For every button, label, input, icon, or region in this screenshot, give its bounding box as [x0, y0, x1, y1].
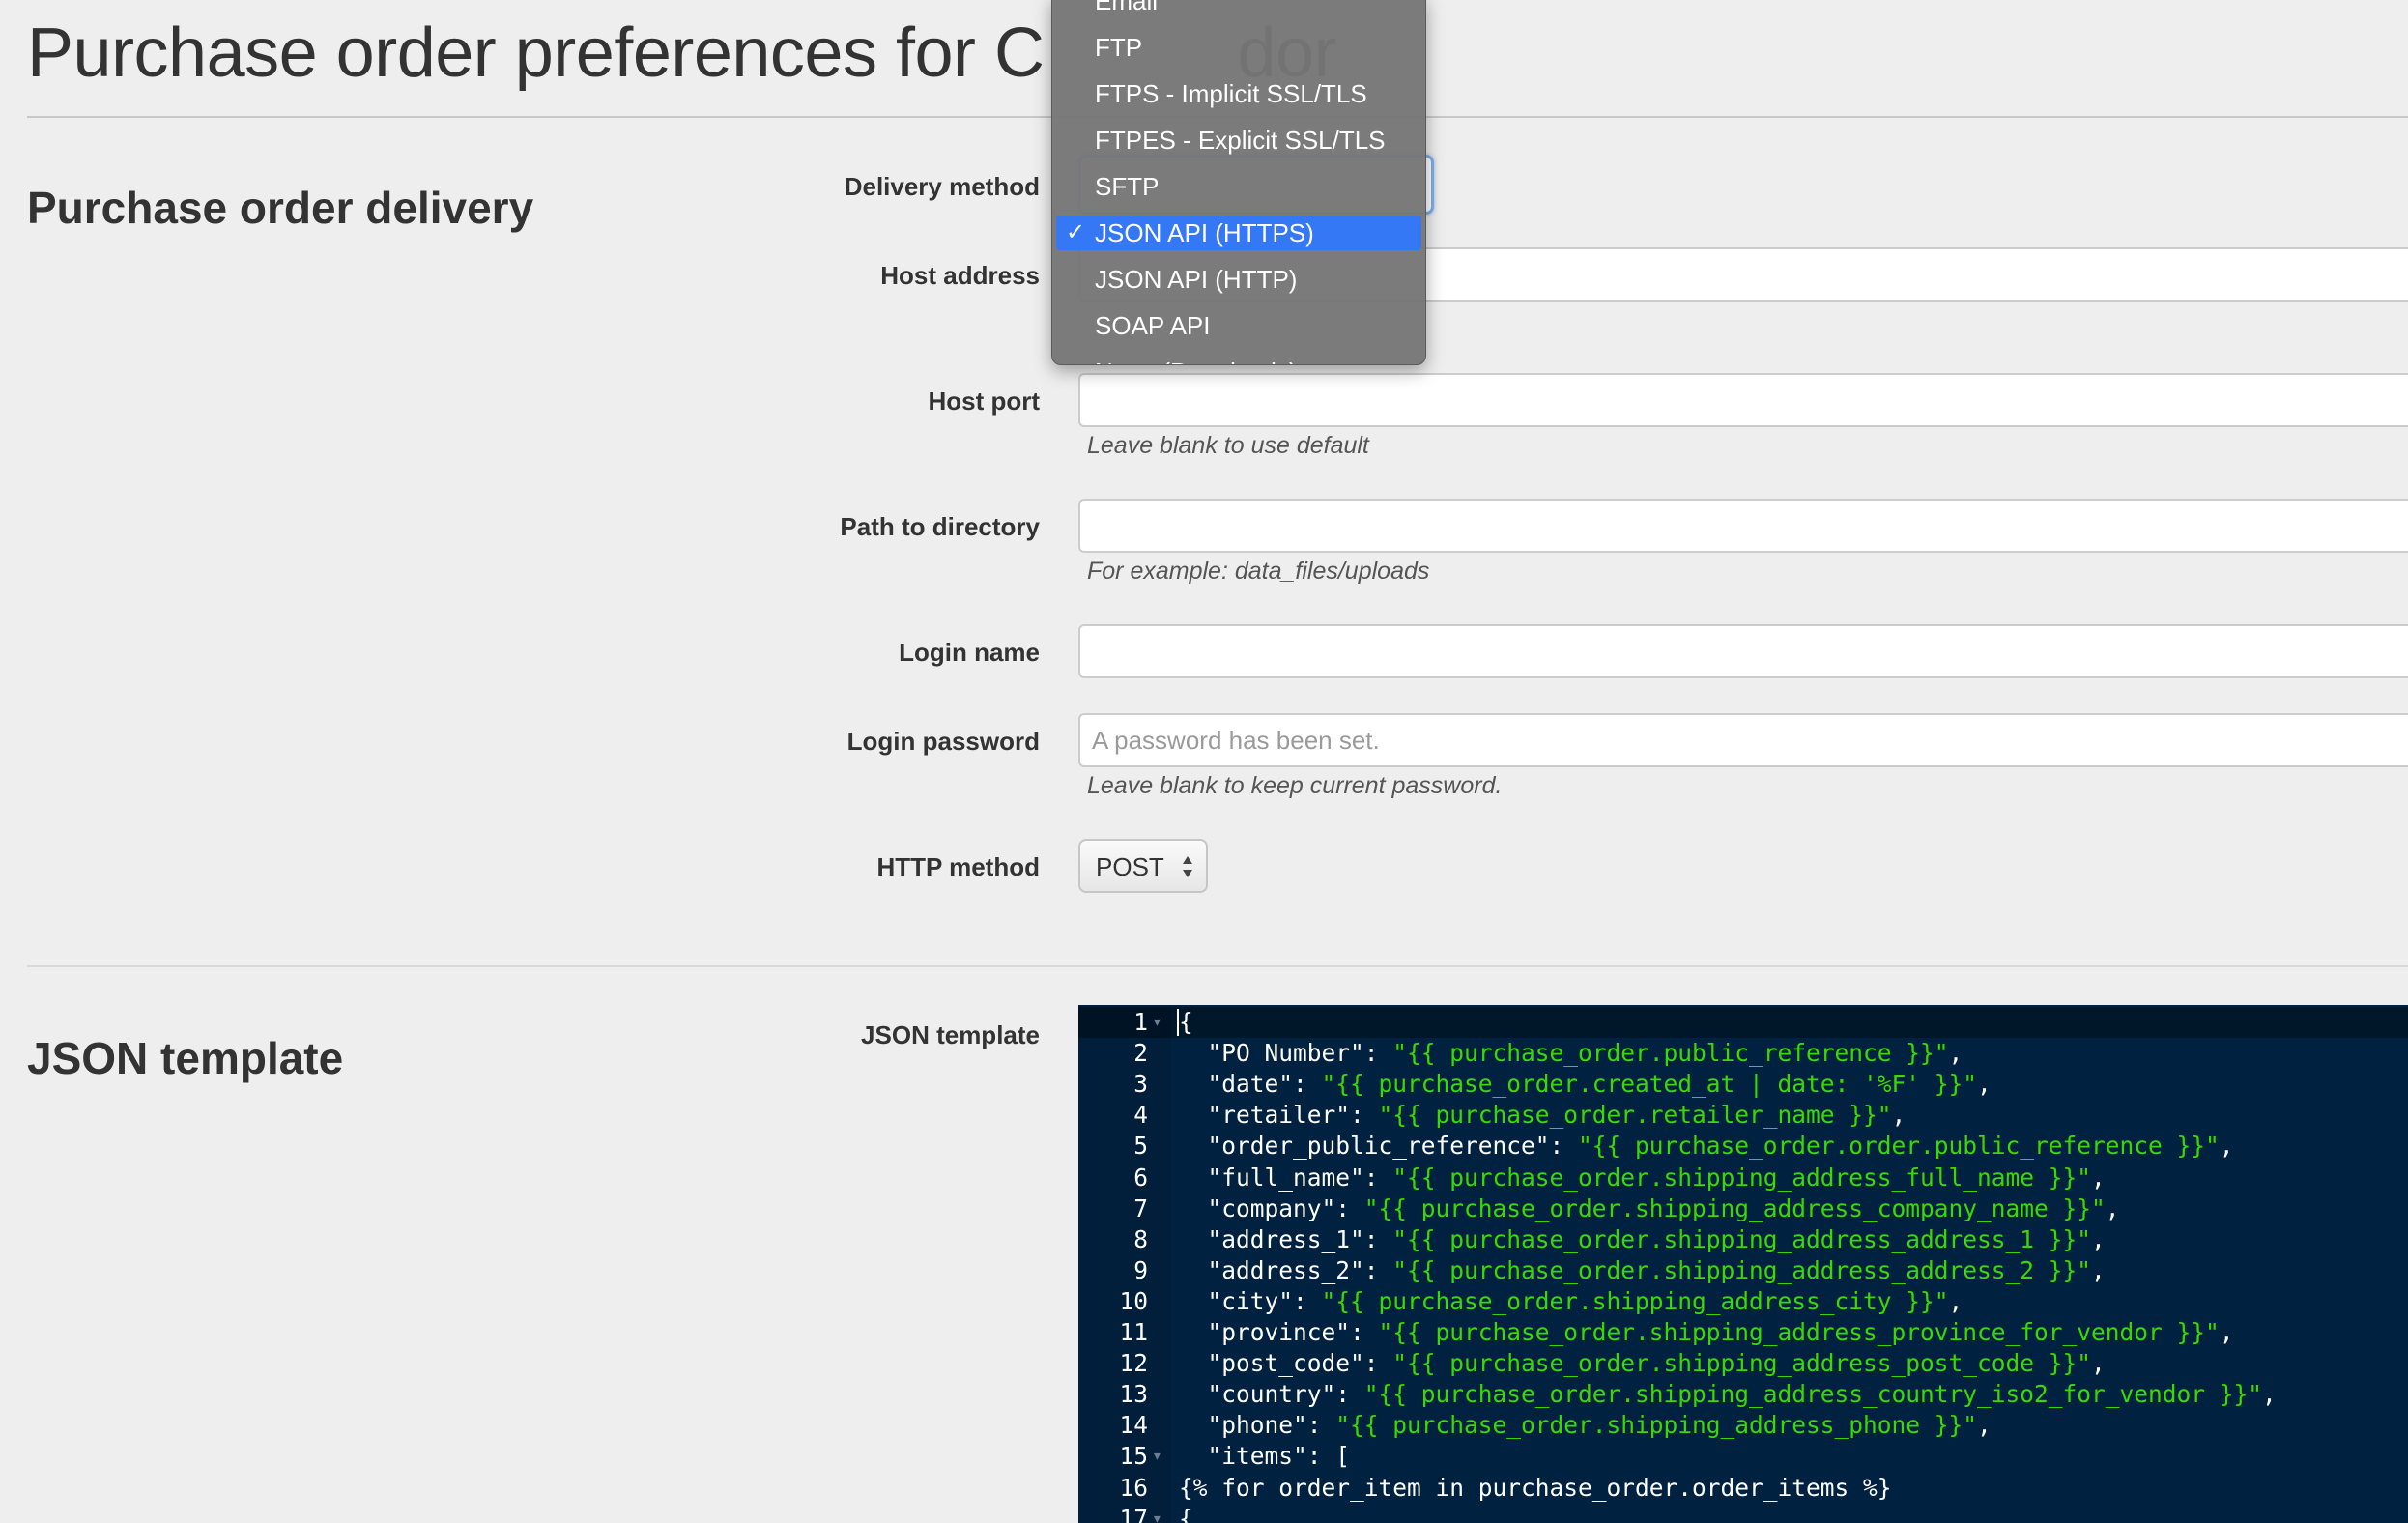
line-number: 15 — [1119, 1442, 1148, 1471]
section-title-delivery: Purchase order delivery — [27, 183, 534, 233]
dropdown-option[interactable]: None (Portal only) — [1056, 355, 1421, 364]
code-line[interactable]: 4 "retailer": "{{ purchase_order.retaile… — [1078, 1100, 2408, 1131]
code-line[interactable]: 7 "company": "{{ purchase_order.shipping… — [1078, 1193, 2408, 1224]
code-line[interactable]: 11 "province": "{{ purchase_order.shippi… — [1078, 1317, 2408, 1348]
code-line[interactable]: 8 "address_1": "{{ purchase_order.shippi… — [1078, 1224, 2408, 1255]
dropdown-option-label: JSON API (HTTP) — [1095, 265, 1298, 294]
line-number: 8 — [1133, 1224, 1148, 1253]
json-template-label: JSON template — [861, 1020, 1040, 1049]
page: Purchase order preferences for Cdor Purc… — [0, 0, 2408, 1523]
dropdown-option-label: JSON API (HTTPS) — [1095, 218, 1314, 247]
line-code: { — [1179, 1504, 1193, 1523]
host-port-label: Host port — [928, 387, 1040, 416]
section-title-json-template: JSON template — [27, 1033, 344, 1083]
line-code: "company": "{{ purchase_order.shipping_a… — [1179, 1193, 2120, 1222]
dropdown-option-label: SFTP — [1095, 172, 1160, 201]
line-code: "date": "{{ purchase_order.created_at | … — [1179, 1070, 1992, 1099]
line-number: 7 — [1133, 1193, 1148, 1222]
line-code: "retailer": "{{ purchase_order.retailer_… — [1179, 1101, 1906, 1130]
line-number: 16 — [1119, 1473, 1148, 1502]
dropdown-option[interactable]: SFTP — [1056, 169, 1421, 204]
login-password-help: Leave blank to keep current password. — [1087, 772, 1503, 799]
line-number: 5 — [1133, 1132, 1148, 1161]
line-code: { — [1179, 1008, 1193, 1036]
dropdown-option[interactable]: FTPES - Explicit SSL/TLS — [1056, 123, 1421, 158]
login-name-input[interactable] — [1078, 624, 2408, 678]
code-line[interactable]: 10 "city": "{{ purchase_order.shipping_a… — [1078, 1286, 2408, 1317]
code-line[interactable]: 9 "address_2": "{{ purchase_order.shippi… — [1078, 1255, 2408, 1286]
path-to-directory-help: For example: data_files/uploads — [1087, 558, 1430, 585]
line-number: 14 — [1119, 1411, 1148, 1440]
select-arrows-icon — [1183, 856, 1192, 877]
code-line[interactable]: 5 "order_public_reference": "{{ purchase… — [1078, 1131, 2408, 1162]
code-line[interactable]: 6 "full_name": "{{ purchase_order.shippi… — [1078, 1163, 2408, 1193]
line-code: "order_public_reference": "{{ purchase_o… — [1179, 1132, 2234, 1161]
dropdown-option-label: FTP — [1095, 33, 1143, 62]
code-line[interactable]: 1 ▾ { — [1078, 1007, 2408, 1038]
line-number: 6 — [1133, 1163, 1148, 1192]
code-line[interactable]: 15 ▾ "items": [ — [1078, 1441, 2408, 1472]
code-line[interactable]: 14 "phone": "{{ purchase_order.shipping_… — [1078, 1410, 2408, 1441]
fold-arrow-icon[interactable]: ▾ — [1152, 1504, 1162, 1523]
host-port-help: Leave blank to use default — [1087, 432, 1369, 459]
line-code: "address_2": "{{ purchase_order.shipping… — [1179, 1255, 2106, 1284]
dropdown-option-label: FTPS - Implicit SSL/TLS — [1095, 79, 1367, 108]
text-cursor — [1177, 1009, 1179, 1036]
fold-arrow-icon[interactable]: ▾ — [1152, 1007, 1162, 1038]
login-name-label: Login name — [899, 638, 1040, 667]
code-line[interactable]: 2 "PO Number": "{{ purchase_order.public… — [1078, 1038, 2408, 1069]
line-code: "province": "{{ purchase_order.shipping_… — [1179, 1318, 2234, 1346]
dropdown-option-label: SOAP API — [1095, 311, 1211, 340]
line-number: 1 — [1133, 1008, 1148, 1036]
json-template-editor[interactable]: 1 ▾{2 "PO Number": "{{ purchase_order.pub… — [1078, 1005, 2408, 1523]
host-port-input[interactable] — [1078, 373, 2408, 427]
code-line[interactable]: 12 "post_code": "{{ purchase_order.shipp… — [1078, 1348, 2408, 1379]
line-number: 2 — [1133, 1039, 1148, 1068]
dropdown-option[interactable]: SOAP API — [1056, 308, 1421, 343]
dropdown-option-label: None (Portal only) — [1095, 358, 1298, 364]
dropdown-option[interactable]: Email — [1056, 0, 1421, 18]
login-password-input[interactable] — [1078, 713, 2408, 767]
page-title-text: Purchase order preferences for C — [27, 14, 1045, 92]
dropdown-option-label: Email — [1095, 0, 1159, 15]
delivery-method-dropdown[interactable]: Email FTP FTPS - Implicit SSL/TLS FTPES - E… — [1051, 0, 1426, 365]
checkmark-icon: ✓ — [1066, 219, 1086, 245]
delivery-method-label: Delivery method — [844, 172, 1040, 201]
login-password-label: Login password — [846, 727, 1040, 756]
code-line[interactable]: 13 "country": "{{ purchase_order.shippin… — [1078, 1379, 2408, 1410]
dropdown-option[interactable]: JSON API (HTTP) — [1056, 262, 1421, 297]
line-number: 12 — [1119, 1349, 1148, 1378]
line-number: 4 — [1133, 1101, 1148, 1130]
line-code: "full_name": "{{ purchase_order.shipping… — [1179, 1163, 2106, 1192]
code-line[interactable]: 16 {% for order_item in purchase_order.or… — [1078, 1473, 2408, 1504]
fold-arrow-icon[interactable]: ▾ — [1152, 1441, 1162, 1472]
code-line[interactable]: 17 ▾ { — [1078, 1504, 2408, 1523]
http-method-label: HTTP method — [876, 852, 1040, 881]
dropdown-option[interactable]: ✓ JSON API (HTTPS) — [1056, 216, 1421, 250]
line-code: "address_1": "{{ purchase_order.shipping… — [1179, 1224, 2106, 1253]
section-divider — [27, 965, 2408, 967]
host-address-label: Host address — [880, 261, 1040, 290]
path-to-directory-label: Path to directory — [840, 512, 1040, 541]
line-code: "PO Number": "{{ purchase_order.public_r… — [1179, 1039, 1964, 1068]
line-number: 13 — [1119, 1380, 1148, 1409]
line-number: 3 — [1133, 1070, 1148, 1099]
line-number: 17 — [1119, 1504, 1148, 1523]
dropdown-option-label: FTPES - Explicit SSL/TLS — [1095, 126, 1386, 155]
dropdown-option[interactable]: FTPS - Implicit SSL/TLS — [1056, 76, 1421, 111]
line-number: 10 — [1119, 1286, 1148, 1315]
line-code: "phone": "{{ purchase_order.shipping_add… — [1179, 1411, 1992, 1440]
path-to-directory-input[interactable] — [1078, 499, 2408, 553]
line-number: 11 — [1119, 1318, 1148, 1346]
line-code: "items": [ — [1179, 1442, 1351, 1471]
line-number: 9 — [1133, 1255, 1148, 1284]
line-code: "city": "{{ purchase_order.shipping_addr… — [1179, 1286, 1964, 1315]
line-code: "country": "{{ purchase_order.shipping_a… — [1179, 1380, 2277, 1409]
dropdown-option[interactable]: FTP — [1056, 30, 1421, 65]
http-method-value: POST — [1096, 852, 1164, 881]
code-line[interactable]: 3 "date": "{{ purchase_order.created_at … — [1078, 1069, 2408, 1100]
http-method-select[interactable]: POST — [1078, 839, 1208, 893]
line-code: {% for order_item in purchase_order.orde… — [1179, 1473, 1892, 1502]
line-code: "post_code": "{{ purchase_order.shipping… — [1179, 1349, 2106, 1378]
